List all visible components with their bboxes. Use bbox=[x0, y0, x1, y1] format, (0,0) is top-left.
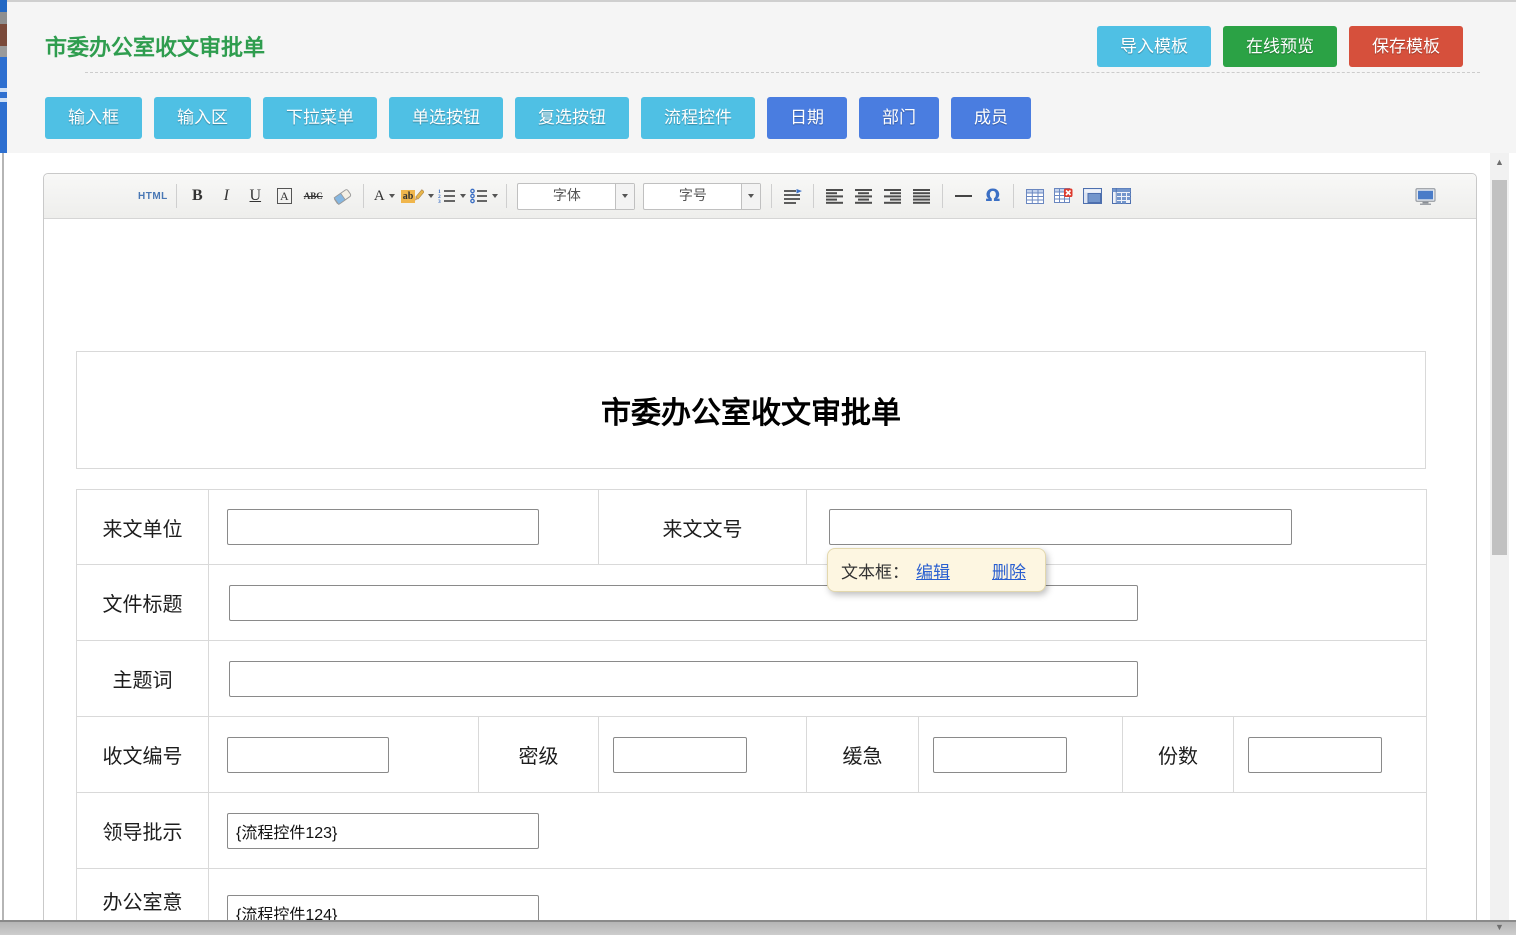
urgency-input[interactable] bbox=[933, 737, 1067, 773]
highlight-pen-icon[interactable]: ab bbox=[401, 183, 435, 210]
field-action-tooltip: 文本框： 编辑 删除 bbox=[827, 548, 1046, 592]
toolbar-separator bbox=[1013, 184, 1014, 208]
scroll-up-arrow-icon[interactable]: ▲ bbox=[1490, 153, 1509, 170]
window-left-border bbox=[2, 153, 4, 935]
field-label: 主题词 bbox=[77, 641, 209, 717]
subject-words-input[interactable] bbox=[229, 661, 1138, 697]
add-radio-button[interactable]: 单选按钮 bbox=[389, 97, 503, 139]
online-preview-button[interactable]: 在线预览 bbox=[1223, 26, 1337, 67]
table-row: 来文单位 来文文号 bbox=[77, 490, 1427, 565]
form-title: 市委办公室收文审批单 bbox=[601, 388, 901, 432]
chevron-down-icon bbox=[428, 194, 434, 198]
field-label: 缓急 bbox=[807, 717, 919, 793]
align-right-icon[interactable] bbox=[880, 183, 905, 210]
scrollbar-thumb[interactable] bbox=[1492, 180, 1507, 555]
table-row: 文件标题 bbox=[77, 565, 1427, 641]
table-properties-icon[interactable] bbox=[1080, 183, 1105, 210]
font-size-select[interactable]: 字号 bbox=[643, 183, 761, 210]
cell-properties-icon[interactable] bbox=[1109, 183, 1134, 210]
boxed-a-icon[interactable]: A bbox=[272, 183, 297, 210]
save-template-button[interactable]: 保存模板 bbox=[1349, 26, 1463, 67]
delete-table-icon[interactable] bbox=[1051, 183, 1076, 210]
header-divider bbox=[85, 72, 1480, 73]
receipt-number-input[interactable] bbox=[227, 737, 389, 773]
toolbar-separator bbox=[506, 184, 507, 208]
underline-icon[interactable]: U bbox=[243, 183, 268, 210]
window-bottom-edge bbox=[0, 920, 1516, 935]
rich-text-editor: HTML B I U A ABC A ab 123 bbox=[43, 173, 1477, 935]
toolbar-separator bbox=[363, 184, 364, 208]
toolbar-separator bbox=[771, 184, 772, 208]
align-justify-icon[interactable] bbox=[909, 183, 934, 210]
import-template-button[interactable]: 导入模板 bbox=[1097, 26, 1211, 67]
add-department-button[interactable]: 部门 bbox=[859, 97, 939, 139]
form-title-box: 市委办公室收文审批单 bbox=[76, 351, 1426, 469]
incoming-doc-number-input[interactable] bbox=[829, 509, 1292, 545]
fullscreen-icon[interactable] bbox=[1413, 183, 1438, 210]
template-designer-page: 市委办公室收文审批单 导入模板 在线预览 保存模板 输入框 输入区 下拉菜单 单… bbox=[0, 0, 1516, 935]
chevron-down-icon bbox=[741, 184, 760, 209]
field-label: 密级 bbox=[479, 717, 599, 793]
chevron-down-icon bbox=[389, 194, 395, 198]
delete-field-link[interactable]: 删除 bbox=[992, 558, 1026, 583]
add-textarea-button[interactable]: 输入区 bbox=[154, 97, 251, 139]
chevron-down-icon bbox=[615, 184, 634, 209]
toolbar-separator bbox=[813, 184, 814, 208]
chevron-down-icon bbox=[492, 194, 498, 198]
indent-icon[interactable] bbox=[780, 183, 805, 210]
ordered-list-icon[interactable]: 123 bbox=[438, 183, 466, 210]
font-family-select[interactable]: 字体 bbox=[517, 183, 635, 210]
leader-instructions-input[interactable] bbox=[227, 813, 539, 849]
field-label: 来文单位 bbox=[77, 490, 209, 565]
add-member-button[interactable]: 成员 bbox=[951, 97, 1031, 139]
field-label: 来文文号 bbox=[599, 490, 807, 565]
tooltip-label: 文本框： bbox=[841, 558, 909, 583]
edit-field-link[interactable]: 编辑 bbox=[916, 558, 950, 583]
form-table: 来文单位 来文文号 文件标题 主题词 收文编号 密级 bbox=[76, 489, 1427, 935]
secrecy-level-input[interactable] bbox=[613, 737, 747, 773]
italic-icon[interactable]: I bbox=[214, 183, 239, 210]
header: 市委办公室收文审批单 导入模板 在线预览 保存模板 输入框 输入区 下拉菜单 单… bbox=[0, 0, 1516, 153]
special-character-icon[interactable]: Ω bbox=[980, 183, 1005, 210]
window-edge-strip bbox=[0, 0, 7, 153]
control-palette: 输入框 输入区 下拉菜单 单选按钮 复选按钮 流程控件 日期 部门 成员 bbox=[45, 97, 1031, 139]
scroll-down-arrow-icon[interactable]: ▼ bbox=[1490, 918, 1509, 935]
strikethrough-icon[interactable]: ABC bbox=[301, 183, 326, 210]
add-flow-control-button[interactable]: 流程控件 bbox=[641, 97, 755, 139]
header-actions: 导入模板 在线预览 保存模板 bbox=[1097, 26, 1463, 67]
svg-text:3: 3 bbox=[438, 199, 441, 204]
insert-table-icon[interactable] bbox=[1022, 183, 1047, 210]
editor-document[interactable]: 市委办公室收文审批单 来文单位 来文文号 文件标题 主题 bbox=[44, 219, 1476, 935]
add-input-box-button[interactable]: 输入框 bbox=[45, 97, 142, 139]
align-left-icon[interactable] bbox=[822, 183, 847, 210]
align-center-icon[interactable] bbox=[851, 183, 876, 210]
incoming-unit-input[interactable] bbox=[227, 509, 539, 545]
table-row: 领导批示 bbox=[77, 793, 1427, 869]
eraser-icon[interactable] bbox=[330, 183, 355, 210]
field-label: 收文编号 bbox=[77, 717, 209, 793]
toolbar-separator bbox=[942, 184, 943, 208]
font-color-icon[interactable]: A bbox=[372, 183, 397, 210]
editor-toolbar: HTML B I U A ABC A ab 123 bbox=[44, 174, 1476, 219]
page-title: 市委办公室收文审批单 bbox=[45, 30, 265, 62]
bold-icon[interactable]: B bbox=[185, 183, 210, 210]
add-dropdown-button[interactable]: 下拉菜单 bbox=[263, 97, 377, 139]
html-source-icon[interactable]: HTML bbox=[138, 183, 168, 210]
chevron-down-icon bbox=[460, 194, 466, 198]
field-label: 文件标题 bbox=[77, 565, 209, 641]
vertical-scrollbar[interactable]: ▲ bbox=[1490, 153, 1509, 935]
table-row: 主题词 bbox=[77, 641, 1427, 717]
toolbar-separator bbox=[176, 184, 177, 208]
unordered-list-icon[interactable] bbox=[470, 183, 498, 210]
add-date-button[interactable]: 日期 bbox=[767, 97, 847, 139]
field-label: 领导批示 bbox=[77, 793, 209, 869]
field-label: 份数 bbox=[1123, 717, 1234, 793]
horizontal-rule-icon[interactable] bbox=[951, 183, 976, 210]
copies-count-input[interactable] bbox=[1248, 737, 1382, 773]
table-row: 收文编号 密级 缓急 份数 bbox=[77, 717, 1427, 793]
add-checkbox-button[interactable]: 复选按钮 bbox=[515, 97, 629, 139]
